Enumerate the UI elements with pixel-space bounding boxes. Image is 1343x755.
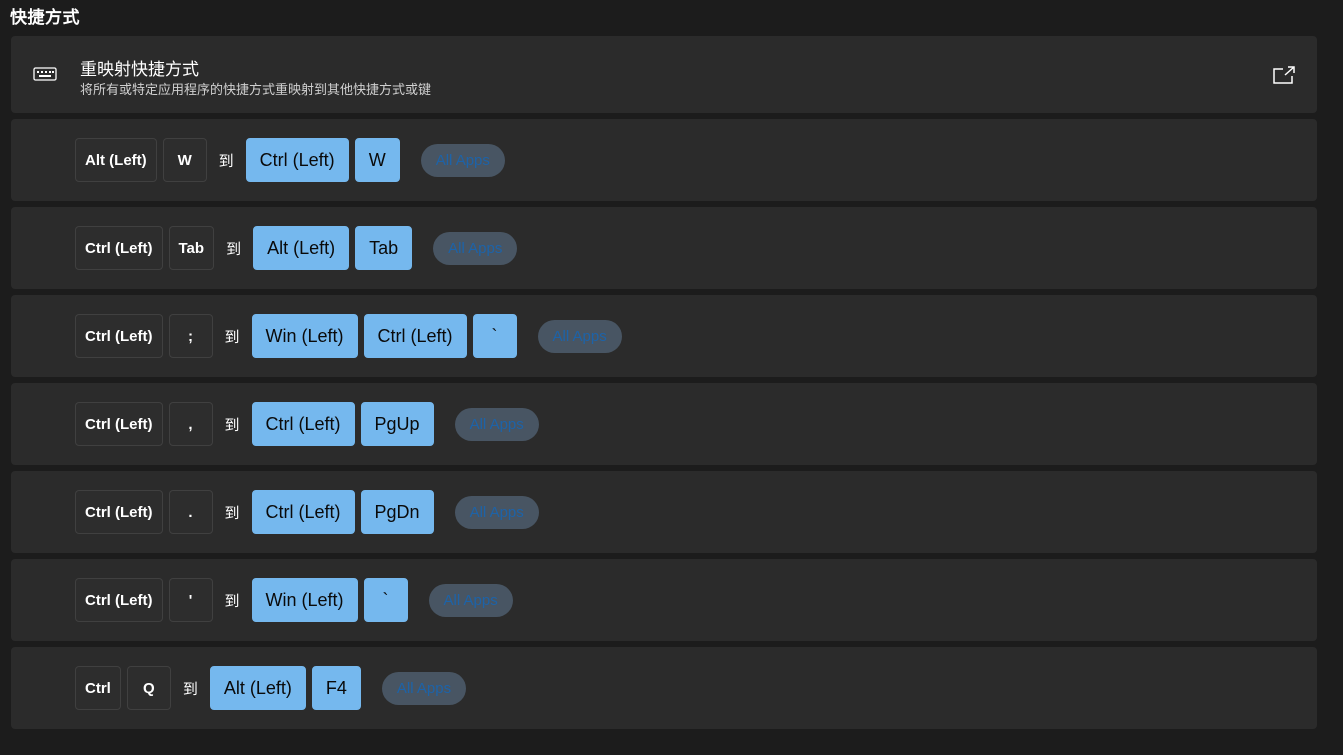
target-key: Ctrl (Left): [251, 402, 355, 446]
source-key: Ctrl (Left): [75, 578, 163, 622]
source-key: Ctrl (Left): [75, 490, 163, 534]
keyboard-icon: [33, 67, 57, 81]
remap-shortcuts-card[interactable]: 重映射快捷方式 将所有或特定应用程序的快捷方式重映射到其他快捷方式或键: [11, 36, 1317, 113]
target-key: Win (Left): [251, 314, 358, 358]
remap-shortcuts-title: 重映射快捷方式: [80, 60, 199, 80]
source-key: Ctrl (Left): [75, 226, 163, 270]
section-title: 快捷方式: [10, 8, 80, 28]
target-key: Win (Left): [251, 578, 358, 622]
target-key: `: [363, 578, 408, 622]
open-external-icon[interactable]: [1272, 65, 1296, 85]
source-key: ,: [168, 402, 213, 446]
shortcut-mapping-row[interactable]: Ctrl (Left), 到 Ctrl (Left) PgUp All Apps: [11, 383, 1317, 465]
source-key: Ctrl (Left): [75, 402, 163, 446]
target-key: PgDn: [360, 490, 434, 534]
target-key: Ctrl (Left): [245, 138, 349, 182]
source-key: Ctrl (Left): [75, 314, 163, 358]
target-key: Alt (Left): [209, 666, 306, 710]
shortcut-mapping-row[interactable]: Ctrl (Left); 到 Win (Left) Ctrl (Left) ` All A…: [11, 295, 1317, 377]
app-scope-badge: All Apps: [454, 407, 539, 441]
mapping-connector: 到: [218, 151, 234, 170]
source-key: W: [162, 138, 207, 182]
app-scope-badge: All Apps: [454, 495, 539, 529]
shortcut-mapping-row[interactable]: Ctrl Q 到 Alt (Left) F4 All Apps: [11, 647, 1317, 729]
target-key: Ctrl (Left): [251, 490, 355, 534]
source-key: Ctrl: [75, 666, 121, 710]
source-key: Alt (Left): [75, 138, 157, 182]
mapping-keys: Ctrl (Left), 到 Ctrl (Left) PgUp All Apps: [75, 402, 539, 446]
mapping-keys: Alt (Left) W 到 Ctrl (Left) W All Apps: [75, 138, 505, 182]
mapping-connector: 到: [224, 327, 240, 346]
mapping-keys: Ctrl Q 到 Alt (Left) F4 All Apps: [75, 666, 467, 710]
mapping-keys: Ctrl (Left); 到 Win (Left) Ctrl (Left) ` All A…: [75, 314, 622, 358]
source-key: Tab: [168, 226, 215, 270]
shortcut-mapping-row[interactable]: Ctrl (Left) ' 到 Win (Left) ` All Apps: [11, 559, 1317, 641]
source-key: Q: [126, 666, 171, 710]
target-key: Alt (Left): [253, 226, 350, 270]
mapping-keys: Ctrl (Left) ' 到 Win (Left) ` All Apps: [75, 578, 513, 622]
target-key: Ctrl (Left): [363, 314, 467, 358]
target-key: W: [354, 138, 400, 182]
mapping-keys: Ctrl (Left). 到 Ctrl (Left) PgDn All Apps: [75, 490, 539, 534]
target-key: F4: [311, 666, 361, 710]
source-key: ;: [168, 314, 213, 358]
target-key: Tab: [355, 226, 413, 270]
mapping-connector: 到: [224, 415, 240, 434]
app-scope-badge: All Apps: [433, 231, 518, 265]
target-key: `: [472, 314, 517, 358]
app-scope-badge: All Apps: [428, 583, 513, 617]
shortcut-mapping-list: Alt (Left) W 到 Ctrl (Left) W All Apps Ctrl (Le…: [11, 119, 1317, 735]
mapping-connector: 到: [226, 239, 242, 258]
mapping-keys: Ctrl (Left) Tab 到 Alt (Left) Tab All Apps: [75, 226, 518, 270]
source-key: ': [168, 578, 213, 622]
app-scope-badge: All Apps: [420, 143, 505, 177]
mapping-connector: 到: [224, 503, 240, 522]
app-scope-badge: All Apps: [381, 671, 467, 705]
source-key: .: [168, 490, 213, 534]
mapping-connector: 到: [224, 591, 240, 610]
shortcut-mapping-row[interactable]: Ctrl (Left) Tab 到 Alt (Left) Tab All Apps: [11, 207, 1317, 289]
remap-shortcuts-description: 将所有或特定应用程序的快捷方式重映射到其他快捷方式或键: [80, 83, 432, 98]
mapping-connector: 到: [182, 679, 198, 698]
shortcut-mapping-row[interactable]: Ctrl (Left). 到 Ctrl (Left) PgDn All Apps: [11, 471, 1317, 553]
target-key: PgUp: [360, 402, 434, 446]
shortcut-mapping-row[interactable]: Alt (Left) W 到 Ctrl (Left) W All Apps: [11, 119, 1317, 201]
app-scope-badge: All Apps: [537, 319, 622, 353]
